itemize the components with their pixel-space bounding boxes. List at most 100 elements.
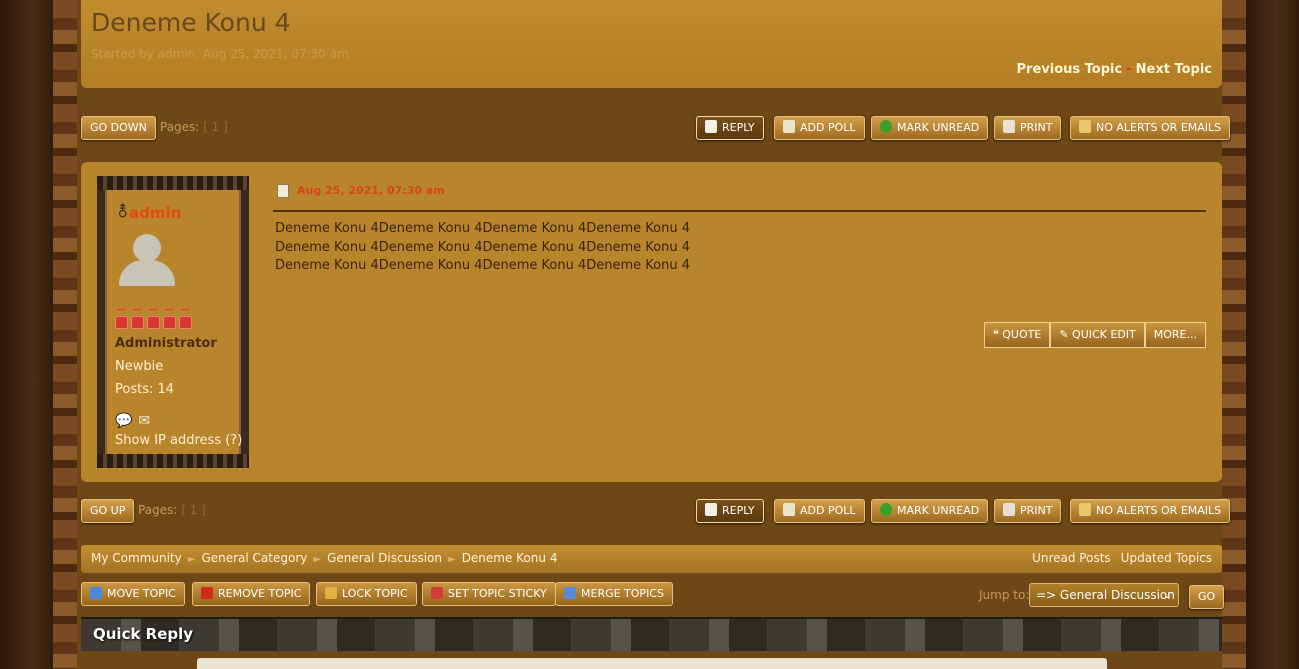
print-label: PRINT	[1020, 121, 1053, 134]
remove-topic-button[interactable]: REMOVE TOPIC	[192, 582, 311, 606]
no-alerts-label: NO ALERTS OR EMAILS	[1096, 121, 1222, 134]
poster-postcount: Posts: 14	[115, 382, 175, 397]
quick-reply-title: Quick Reply	[93, 625, 194, 643]
lock-topic-button[interactable]: LOCK TOPIC	[316, 582, 417, 606]
no-alerts-label: NO ALERTS OR EMAILS	[1096, 504, 1222, 517]
go-down-button[interactable]: GO DOWN	[81, 116, 156, 140]
poster-name-link[interactable]: admin	[129, 204, 181, 222]
poll-icon	[783, 503, 795, 516]
pages-label: Pages:	[138, 503, 178, 517]
personal-message-icon[interactable]: 💬	[115, 413, 132, 429]
reply-button-bottom[interactable]: REPLY	[696, 499, 764, 523]
show-ip-link[interactable]: Show IP address (?)	[115, 433, 242, 448]
unread-posts-link[interactable]: Unread Posts	[1032, 551, 1111, 565]
next-topic-link[interactable]: Next Topic	[1136, 62, 1212, 77]
print-label: PRINT	[1020, 504, 1053, 517]
breadcrumb-trail: My Community ► General Category ► General Di…	[91, 551, 557, 565]
previous-topic-link[interactable]: Previous Topic	[1017, 62, 1123, 77]
left-wood-edge	[0, 0, 55, 669]
updated-topics-link[interactable]: Updated Topics	[1121, 551, 1212, 565]
quick-edit-label: QUICK EDIT	[1072, 328, 1136, 341]
no-alerts-button-bottom[interactable]: NO ALERTS OR EMAILS	[1070, 499, 1231, 523]
reply-label: REPLY	[722, 121, 755, 134]
topic-title: Deneme Konu 4	[91, 8, 291, 37]
post-line: Deneme Konu 4Deneme Konu 4Deneme Konu 4D…	[275, 239, 691, 255]
gender-icon: ⚨	[116, 202, 130, 221]
jump-to-label: Jump to:	[979, 588, 1030, 602]
quote-button[interactable]: ❝ QUOTE	[983, 322, 1051, 348]
right-frame-border	[1222, 0, 1246, 669]
pagination-bottom: Pages: [ 1 ]	[138, 503, 206, 517]
printer-icon	[1003, 120, 1015, 133]
edit-icon: ✎	[1059, 328, 1073, 341]
page-number[interactable]: [ 1 ]	[181, 503, 206, 517]
breadcrumb: My Community ► General Category ► General Di…	[81, 545, 1222, 573]
topic-header: Deneme Konu 4 Started by admin, Aug 25, …	[81, 0, 1222, 88]
no-alerts-button[interactable]: NO ALERTS OR EMAILS	[1070, 116, 1231, 140]
email-icon[interactable]: ✉	[138, 413, 150, 429]
post-line: Deneme Konu 4Deneme Konu 4Deneme Konu 4D…	[275, 221, 691, 236]
merge-icon	[564, 587, 576, 599]
topic-navigation: Previous Topic - Next Topic	[1017, 62, 1212, 77]
mark-unread-label: MARK UNREAD	[897, 504, 980, 517]
move-arrow-icon	[90, 587, 102, 599]
breadcrumb-arrow-icon: ►	[447, 554, 456, 565]
mark-unread-button-bottom[interactable]: MARK UNREAD	[871, 499, 989, 523]
jump-to-select[interactable]: => General Discussion ⌄	[1029, 583, 1179, 607]
quick-edit-button[interactable]: ✎ QUICK EDIT	[1050, 322, 1145, 348]
post-line: Deneme Konu 4Deneme Konu 4Deneme Konu 4D…	[275, 258, 691, 273]
lock-icon	[325, 587, 337, 599]
more-button[interactable]: MORE...	[1144, 322, 1206, 348]
post-date-link[interactable]: Aug 25, 2021, 07:30 am	[297, 184, 445, 197]
rank-stars	[115, 314, 195, 333]
post-actions: ❝ QUOTE ✎ QUICK EDIT MORE...	[983, 322, 1206, 348]
page-number[interactable]: [ 1 ]	[203, 120, 228, 134]
pages-label: Pages:	[160, 120, 200, 134]
poll-icon	[783, 120, 795, 133]
add-poll-button[interactable]: ADD POLL	[774, 116, 865, 140]
sticky-topic-button[interactable]: SET TOPIC STICKY	[422, 582, 556, 606]
topic-nav-separator: -	[1126, 62, 1132, 77]
topic-started-by: Started by admin, Aug 25, 2021, 07:30 am	[91, 47, 349, 61]
go-up-button[interactable]: GO UP	[81, 499, 135, 523]
post-divider	[273, 210, 1206, 212]
poster-rank: Administrator	[115, 336, 217, 351]
remove-x-icon	[201, 587, 213, 599]
avatar	[115, 232, 179, 288]
breadcrumb-arrow-icon: ►	[187, 554, 196, 565]
main-content: Deneme Konu 4 Started by admin, Aug 25, …	[77, 0, 1231, 669]
move-topic-label: MOVE TOPIC	[107, 587, 176, 600]
merge-topics-label: MERGE TOPICS	[581, 587, 664, 600]
print-button-bottom[interactable]: PRINT	[994, 499, 1062, 523]
breadcrumb-links: Unread Posts Updated Topics	[1022, 551, 1212, 565]
quick-reply-editor-toolbar[interactable]	[197, 658, 1107, 669]
add-poll-label: ADD POLL	[800, 504, 856, 517]
jump-to-selected: => General Discussion	[1036, 588, 1175, 602]
quick-reply-header[interactable]: Quick Reply	[81, 617, 1222, 651]
checkmark-icon	[880, 503, 892, 516]
post-document-icon	[277, 184, 289, 198]
envelope-icon	[1079, 120, 1091, 133]
pagination-top: Pages: [ 1 ]	[160, 120, 228, 134]
pin-icon	[431, 587, 443, 599]
mark-unread-button[interactable]: MARK UNREAD	[871, 116, 989, 140]
profile-icons: 💬 ✉	[115, 410, 156, 429]
post-container: ⚨ admin Administrator Newbie Posts: 14 💬…	[81, 162, 1222, 482]
breadcrumb-item[interactable]: General Discussion	[327, 551, 442, 565]
print-button[interactable]: PRINT	[994, 116, 1062, 140]
add-poll-button-bottom[interactable]: ADD POLL	[774, 499, 865, 523]
chevron-down-icon: ⌄	[1162, 588, 1172, 601]
lock-topic-label: LOCK TOPIC	[342, 587, 408, 600]
breadcrumb-item[interactable]: Deneme Konu 4	[462, 551, 558, 565]
breadcrumb-item[interactable]: My Community	[91, 551, 182, 565]
jump-go-button[interactable]: GO	[1189, 585, 1225, 609]
sticky-topic-label: SET TOPIC STICKY	[448, 587, 547, 600]
checkmark-icon	[880, 120, 892, 133]
reply-button[interactable]: REPLY	[696, 116, 764, 140]
move-topic-button[interactable]: MOVE TOPIC	[81, 582, 185, 606]
merge-topics-button[interactable]: MERGE TOPICS	[555, 582, 673, 606]
quote-icon: ❝	[992, 328, 1003, 341]
reply-icon	[705, 503, 717, 516]
breadcrumb-item[interactable]: General Category	[201, 551, 307, 565]
left-frame-border	[53, 0, 77, 669]
